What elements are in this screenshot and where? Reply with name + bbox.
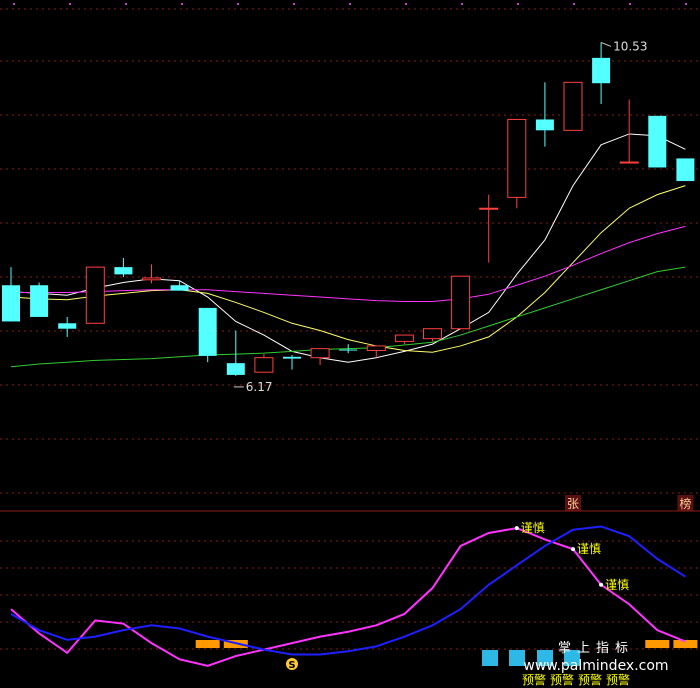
candle-body [479,207,499,210]
candle-body [114,267,133,275]
grid-tick [237,3,239,5]
grid-tick [685,3,687,5]
grid-tick [349,3,351,5]
candle-body [170,285,189,291]
grid-tick [573,3,575,5]
candle-body [394,334,414,342]
candle-body [283,356,301,359]
signal-bar [645,640,670,648]
annotation-low-label: 6.17 [246,380,273,394]
grid-tick [405,3,407,5]
ma-line-ma5 [10,133,686,363]
warning-label: 预警 [578,672,602,687]
candle-body [592,57,611,84]
candle-body [648,115,667,168]
candle-body [563,81,583,131]
grid-tick [517,3,519,5]
ma-line-ma20 [11,225,686,303]
candle-body [339,349,358,351]
grid-tick [461,3,463,5]
candle-body [2,285,20,322]
candle-body [85,266,105,324]
grid-tick [13,3,15,5]
warning-label: 预警 [550,672,574,687]
caution-label: 谨慎 [577,542,601,556]
candlesticks [2,42,695,376]
candle-body [310,348,330,359]
candle-body [507,118,527,198]
grid-tick [629,3,631,5]
candle-body [676,158,695,182]
watermark-title: 掌上指标 [558,641,634,656]
candle-body [423,328,442,340]
badge-label: 榜 [679,496,691,511]
sell-marker-label: S [288,660,295,671]
candle-body [254,357,274,373]
warning-label: 预警 [606,672,630,687]
candle-body [30,285,49,317]
price-annotations: 10.53 6.17 张 榜 [233,39,694,511]
candle-body [198,307,217,356]
caution-marker [514,526,519,531]
grid-tick [69,3,71,5]
watermark: 掌上指标www.palmindex.com预警 预警 预警 预警 [482,641,669,687]
grid-tick [293,3,295,5]
candle-body [366,345,386,351]
ma-line-ma10 [10,185,686,353]
stock-chart: 10.536.17张榜 谨慎谨慎谨慎S 掌上指标www.palmindex.co… [0,3,700,687]
caution-marker [571,547,575,552]
candle-body [535,119,554,131]
annotation-high-label: 10.53 [613,39,647,53]
caution-marker [599,582,604,587]
signal-bar [195,640,220,648]
candle-body [451,275,471,330]
warning-label: 预警 [522,672,546,687]
candle-body [619,161,639,164]
candle-body [226,363,245,375]
caution-label: 谨慎 [521,521,545,535]
badge-label: 张 [567,497,579,511]
grid-tick [125,3,127,5]
grid-tick [181,3,183,5]
candle-body [142,277,161,281]
annotation-leader [600,41,612,47]
candle-body [58,323,77,329]
caution-label: 谨慎 [605,578,629,592]
watermark-block [482,650,498,666]
watermark-url: www.palmindex.com [523,658,668,674]
